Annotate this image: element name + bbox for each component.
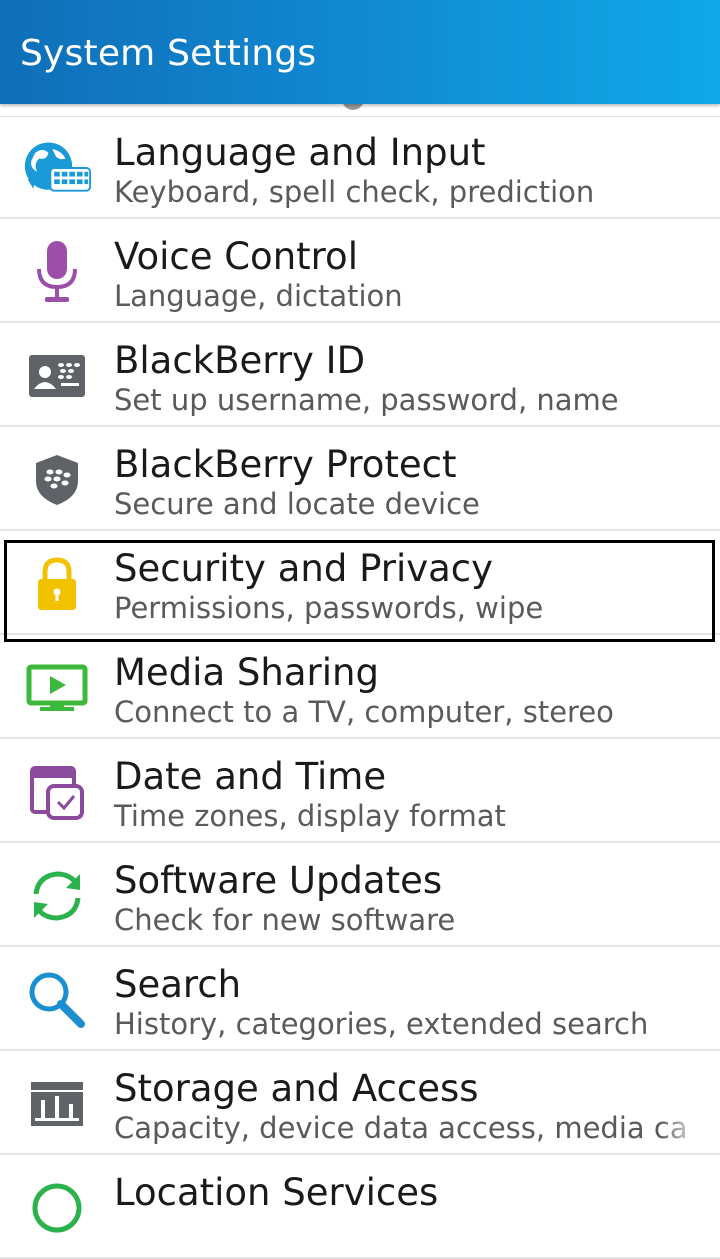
search-icon bbox=[22, 967, 92, 1033]
location-icon bbox=[22, 1175, 92, 1241]
shield-icon bbox=[22, 447, 92, 513]
item-subtitle: Language, dictation bbox=[114, 279, 403, 313]
setting-item-language-input[interactable]: Language and Input Keyboard, spell check… bbox=[0, 117, 720, 219]
item-title: Voice Control bbox=[114, 235, 358, 278]
item-title: Location Services bbox=[114, 1171, 439, 1214]
id-card-icon bbox=[22, 343, 92, 409]
item-subtitle: Check for new software bbox=[114, 903, 456, 937]
title-bar: System Settings bbox=[0, 0, 720, 104]
globe-keyboard-icon bbox=[22, 135, 92, 201]
calendar-clock-icon bbox=[22, 759, 92, 825]
item-subtitle: History, categories, extended search bbox=[114, 1007, 649, 1041]
item-subtitle: Connect to a TV, computer, stereo bbox=[114, 695, 614, 729]
item-title: Storage and Access bbox=[114, 1067, 479, 1110]
item-title: Search bbox=[114, 963, 242, 1006]
item-subtitle: Set up username, password, name bbox=[114, 383, 619, 417]
item-title: Date and Time bbox=[114, 755, 387, 798]
item-subtitle: Time zones, display format bbox=[114, 799, 506, 833]
setting-item-voice-control[interactable]: Voice Control Language, dictation bbox=[0, 221, 720, 323]
previous-item-peek bbox=[0, 98, 720, 118]
item-title: Media Sharing bbox=[114, 651, 379, 694]
setting-item-blackberry-id[interactable]: BlackBerry ID Set up username, password,… bbox=[0, 325, 720, 427]
item-title: Software Updates bbox=[114, 859, 443, 902]
setting-item-storage-access[interactable]: Storage and Access Capacity, device data… bbox=[0, 1053, 720, 1155]
setting-item-security-privacy[interactable]: Security and Privacy Permissions, passwo… bbox=[0, 533, 720, 635]
item-title: Security and Privacy bbox=[114, 547, 494, 590]
sync-icon bbox=[22, 863, 92, 929]
item-title: BlackBerry Protect bbox=[114, 443, 457, 486]
microphone-icon bbox=[22, 239, 92, 305]
page-title: System Settings bbox=[20, 33, 317, 74]
setting-item-blackberry-protect[interactable]: BlackBerry Protect Secure and locate dev… bbox=[0, 429, 720, 531]
item-title: BlackBerry ID bbox=[114, 339, 366, 382]
setting-item-software-updates[interactable]: Software Updates Check for new software bbox=[0, 845, 720, 947]
item-subtitle: Keyboard, spell check, prediction bbox=[114, 175, 595, 209]
item-subtitle: Capacity, device data access, media ca bbox=[114, 1111, 688, 1145]
storage-icon bbox=[22, 1071, 92, 1137]
settings-list[interactable]: Language and Input Keyboard, spell check… bbox=[0, 0, 720, 1259]
lock-icon bbox=[22, 551, 92, 617]
setting-item-search[interactable]: Search History, categories, extended sea… bbox=[0, 949, 720, 1051]
item-title: Language and Input bbox=[114, 131, 486, 174]
setting-item-location-services[interactable]: Location Services bbox=[0, 1157, 720, 1259]
item-subtitle: Secure and locate device bbox=[114, 487, 480, 521]
tv-play-icon bbox=[22, 655, 92, 721]
setting-item-media-sharing[interactable]: Media Sharing Connect to a TV, computer,… bbox=[0, 637, 720, 739]
setting-item-date-time[interactable]: Date and Time Time zones, display format bbox=[0, 741, 720, 843]
item-subtitle: Permissions, passwords, wipe bbox=[114, 591, 544, 625]
